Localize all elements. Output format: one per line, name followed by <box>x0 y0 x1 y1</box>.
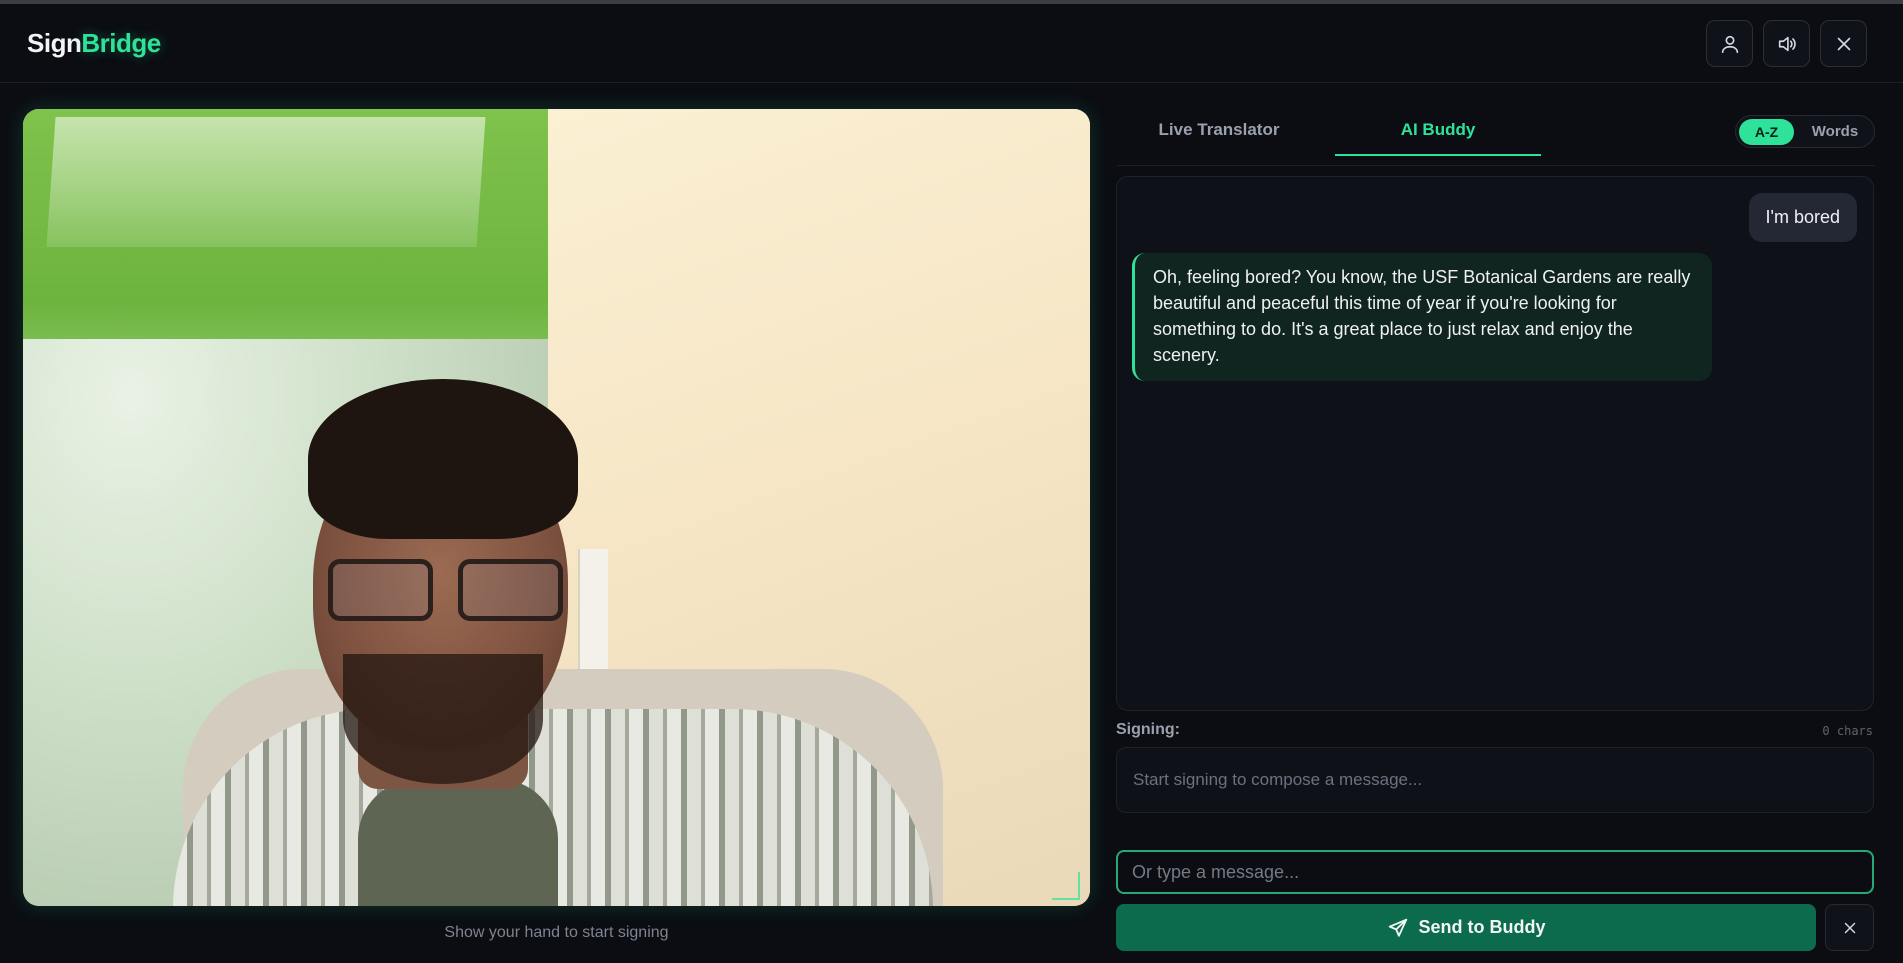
clear-button[interactable] <box>1825 904 1874 951</box>
user-message: I'm bored <box>1748 193 1857 242</box>
video-tshirt <box>358 779 558 906</box>
send-button-label: Send to Buddy <box>1418 917 1546 937</box>
profile-button[interactable] <box>1706 20 1753 67</box>
send-icon <box>1388 918 1407 937</box>
close-icon <box>1844 922 1855 933</box>
logo-sign: Sign <box>27 28 82 58</box>
chat-panel: I'm bored Oh, feeling bored? You know, t… <box>1116 176 1874 711</box>
close-button[interactable] <box>1820 20 1867 67</box>
audio-button[interactable] <box>1763 20 1810 67</box>
recognition-mode-toggle: A-Z Words <box>1735 115 1875 148</box>
speaker-icon <box>1778 36 1796 51</box>
user-icon <box>1721 35 1738 53</box>
detection-corner-marker <box>1052 872 1080 900</box>
app-logo: SignBridge <box>27 28 161 59</box>
video-glasses <box>328 559 568 629</box>
signing-composer: Start signing to compose a message... <box>1116 747 1874 813</box>
tab-live-translator[interactable]: Live Translator <box>1117 110 1321 156</box>
close-icon <box>1837 37 1850 50</box>
camera-feed <box>23 109 1090 906</box>
mode-words-button[interactable]: Words <box>1802 119 1868 145</box>
signing-char-count: 0 chars <box>1822 724 1873 738</box>
message-input[interactable] <box>1116 850 1874 894</box>
send-to-buddy-button[interactable]: Send to Buddy <box>1116 904 1816 951</box>
video-hair <box>308 379 578 539</box>
app-header: SignBridge <box>0 4 1903 83</box>
assistant-message: Oh, feeling bored? You know, the USF Bot… <box>1132 253 1712 381</box>
signing-hint: Show your hand to start signing <box>444 924 669 941</box>
logo-bridge: Bridge <box>81 28 161 58</box>
mode-az-button[interactable]: A-Z <box>1739 119 1794 145</box>
tab-ai-buddy[interactable]: AI Buddy <box>1335 110 1541 156</box>
signing-label: Signing: <box>1116 721 1180 738</box>
video-beard <box>343 654 543 784</box>
